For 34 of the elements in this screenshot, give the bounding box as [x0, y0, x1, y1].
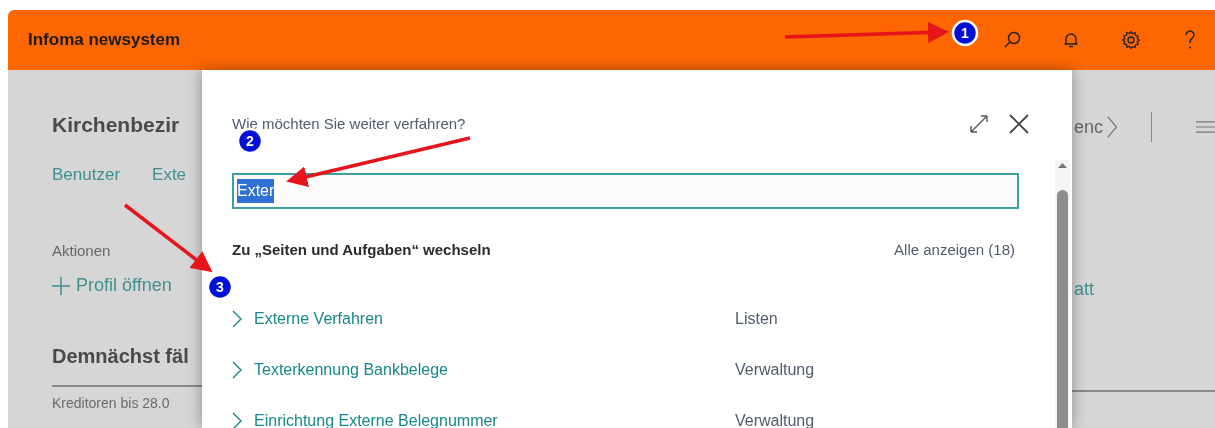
result-row[interactable]: Texterkennung Bankbelege Verwaltung [232, 344, 1015, 396]
chevron-icon [232, 412, 242, 428]
page-title: Kirchenbezir [52, 112, 181, 138]
result-row[interactable]: Externe Verfahren Listen [232, 293, 1015, 345]
settings-icon[interactable] [1121, 30, 1141, 50]
group-heading: Zu „Seiten und Aufgaben“ wechseln [232, 240, 491, 260]
chevron-icon[interactable] [1107, 114, 1118, 140]
expand-icon[interactable] [968, 113, 990, 135]
result-name: Texterkennung Bankbelege [254, 360, 449, 380]
step-marker: 1 [951, 19, 979, 47]
section-title: Demnächst fäl [52, 344, 190, 370]
result-category: Listen [735, 309, 778, 329]
result-name: Externe Verfahren [254, 309, 384, 329]
scrollbar[interactable] [1055, 160, 1070, 428]
chevron-icon [232, 310, 242, 328]
close-icon[interactable] [1008, 113, 1030, 135]
scroll-up-icon[interactable] [1055, 160, 1070, 170]
bell-icon[interactable] [1063, 31, 1079, 49]
search-field[interactable]: Exter [232, 173, 1019, 209]
scroll-thumb[interactable] [1057, 190, 1068, 428]
search-icon[interactable] [1003, 31, 1021, 49]
page-title: enc [1074, 115, 1104, 139]
profile-action[interactable]: Profil öffnen [52, 272, 202, 300]
help-icon[interactable] [1183, 29, 1197, 51]
chevron-icon [232, 361, 242, 379]
nav-link[interactable]: Exte [152, 162, 187, 188]
app-title: Infoma newsystem [28, 29, 181, 52]
result-category: Verwaltung [735, 360, 815, 380]
show-all-link[interactable]: Alle anzeigen (18) [894, 239, 1015, 262]
list-item: Kreditoren bis 28.0 [52, 394, 171, 414]
nav-link[interactable]: Benutzer [52, 162, 121, 188]
plus-icon [52, 276, 70, 295]
section-label: Aktionen [52, 240, 112, 261]
action-link[interactable]: att [1074, 276, 1215, 303]
